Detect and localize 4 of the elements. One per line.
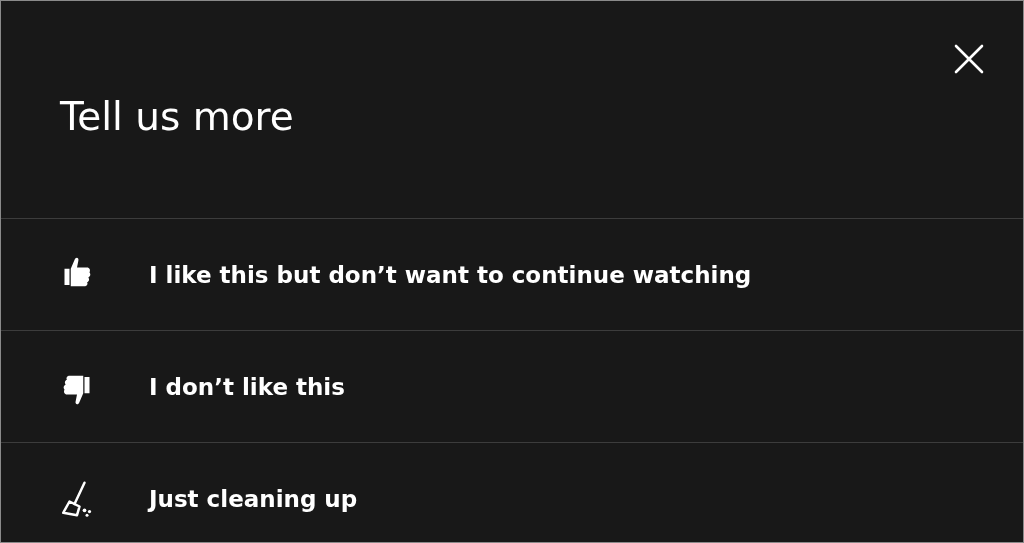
option-label[interactable]: I like this but don’t want to continue watching [149, 261, 752, 288]
option-label[interactable]: I don’t like this [149, 373, 345, 400]
option-label[interactable]: Just cleaning up [149, 486, 358, 512]
dialog-title: Tell us more [60, 93, 294, 141]
